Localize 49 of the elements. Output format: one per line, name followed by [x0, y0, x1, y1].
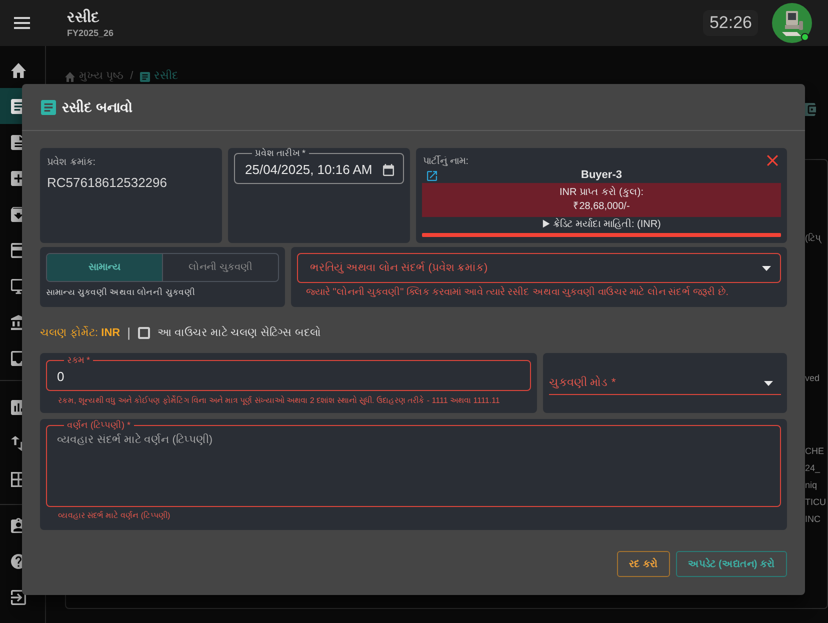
wallet-icon[interactable] [803, 103, 816, 116]
table-cell-text: niq [805, 479, 818, 492]
balance-amount: ₹28,68,000/- [573, 200, 630, 214]
table-cell-text: INC [805, 513, 822, 526]
helper-text: રકમ, શૂન્યથી વધુ અને કોઈપણ ફોર્મેટિંગ વિના અને માત્ર પૂર્ણ સંખ્યાઓ અથવા 2 દશાંશ સ્થાનો સુધી. ઉદાહરણ તરીકે - 1111 અથવા 1111.11 [57, 395, 501, 406]
reference-select[interactable]: ભરતિયું અથવા લોન સંદર્ભ (પ્રવેશ ક્રમાંક) [297, 253, 781, 283]
payment-mode-select[interactable]: ચુકવણી મોડ * [549, 375, 781, 395]
caret-icon [762, 266, 771, 270]
breadcrumb-separator: / [130, 70, 134, 83]
credit-limit-toggle[interactable]: ▶ ક્રેડિટ મર્યાદા માહિતી: (INR) [542, 218, 661, 232]
table-cell-text: ved [805, 372, 821, 384]
party-name: Buyer-3 [581, 169, 622, 182]
field-label: પ્રવેશ ક્રમાંક: [47, 156, 97, 169]
document-list-icon [140, 72, 150, 82]
helper-text: વ્યવહાર સંદર્ભ માટે વર્ણન (ટિપ્પણી) [57, 510, 172, 522]
table-cell-text: (ટિપ્ [805, 232, 822, 244]
document-list-icon [41, 100, 56, 114]
date-time-field[interactable]: પ્રવેશ તારીખ * 25/04/2025, 10:16 AM [234, 148, 404, 184]
update-button[interactable]: અપડેટ (અદ્યતન) કરો [676, 551, 787, 577]
checkbox[interactable] [138, 327, 150, 339]
toggle-option[interactable]: લોનની ચુકવણી [162, 254, 278, 281]
fiscal-year-label: FY2025_26 [67, 28, 114, 39]
helper-text: સામાન્ય ચુકવણી અથવા લોનની ચુકવણી [46, 286, 196, 298]
home-icon [11, 62, 26, 78]
table-cell-text: CHE [805, 445, 826, 458]
entry-number: RC57618612532296 [47, 175, 168, 191]
separator-text: | [127, 324, 131, 342]
amount-field[interactable]: રકમ * 0 [46, 355, 531, 391]
table-cell-text: TICU [805, 496, 827, 509]
field-label: પાર્ટીનું નામ: [423, 155, 469, 168]
toggle-option[interactable]: સામાન્ય [47, 254, 162, 281]
checkbox-label[interactable]: આ વાઉચર માટે ચલણ સેટિંગ્સ બદલો [158, 324, 321, 342]
session-timer: 52:26 [703, 10, 758, 36]
page-title: રસીદ [67, 8, 100, 28]
open-in-new-icon[interactable] [427, 170, 437, 180]
helper-text: જ્યારે "લોનની ચુકવણી" ક્લિક કરવામાં આવે ત્યારે રસીદ અથવા ચુકવણી વાઉચર માટે લોન સંદર્ભ જરૂરી છે. [305, 287, 730, 299]
dialog-title: રસીદ બનાવો [62, 98, 133, 116]
close-icon[interactable] [767, 155, 778, 166]
cancel-button[interactable]: રદ કરો [617, 551, 670, 577]
description-field[interactable]: વર્ણન (ટિપ્પણી) * વ્યવહાર સંદર્ભ માટે વર્ણન (ટિપ્પણી) [46, 420, 781, 507]
home-icon [65, 72, 75, 82]
table-cell-text: 24_ [805, 462, 822, 475]
caret-icon [764, 381, 773, 386]
calendar-icon[interactable] [383, 164, 394, 176]
breadcrumb-current: રસીદ [154, 70, 178, 83]
menu-icon[interactable] [14, 17, 30, 29]
avatar-icon[interactable] [772, 3, 812, 43]
balance-label: INR પ્રાપ્ત કરો (કુલ): [560, 186, 644, 200]
currency-format: ચલણ ફોર્મેટ: INR [40, 325, 120, 341]
